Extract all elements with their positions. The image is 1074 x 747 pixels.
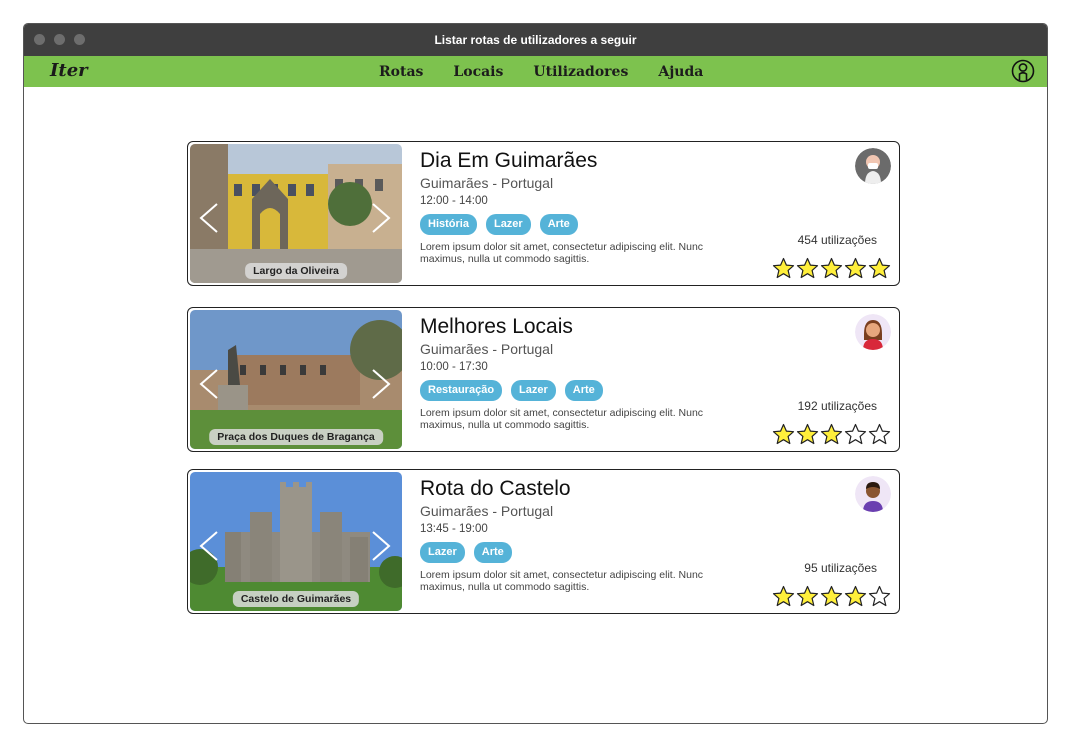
user-profile-icon[interactable]: [1011, 59, 1035, 83]
filled-star-icon[interactable]: [844, 257, 867, 280]
route-title[interactable]: Dia Em Guimarães: [420, 148, 740, 174]
usage-count: 192 utilizações: [797, 399, 877, 413]
carousel-next-arrow-icon[interactable]: [370, 368, 392, 400]
route-location: Guimarães - Portugal: [420, 175, 554, 191]
tag-lazer[interactable]: Lazer: [511, 380, 556, 401]
route-tags: Lazer Arte: [420, 542, 740, 563]
title-bar: Listar rotas de utilizadores a seguir: [24, 24, 1047, 56]
route-card[interactable]: Castelo de Guimarães Rota do Castelo Gui…: [187, 469, 900, 614]
tag-historia[interactable]: História: [420, 214, 477, 235]
window-title: Listar rotas de utilizadores a seguir: [434, 33, 637, 47]
filled-star-icon[interactable]: [772, 257, 795, 280]
rating-stars: [772, 257, 891, 280]
route-description: Lorem ipsum dolor sit amet, consectetur …: [420, 569, 704, 593]
usage-count: 454 utilizações: [797, 233, 877, 247]
route-title[interactable]: Melhores Locais: [420, 314, 740, 340]
woman-avatar-icon[interactable]: [855, 314, 891, 350]
route-card[interactable]: Praça dos Duques de Bragança Melhores Lo…: [187, 307, 900, 452]
nav-menu: Rotas Locais Utilizadores Ajuda: [379, 56, 703, 87]
route-card[interactable]: Largo da Oliveira Dia Em Guimarães Guima…: [187, 141, 900, 286]
route-time: 10:00 - 17:30: [420, 361, 488, 373]
browser-window: Listar rotas de utilizadores a seguir It…: [23, 23, 1048, 724]
nav-item-locais[interactable]: Locais: [453, 64, 503, 80]
filled-star-icon[interactable]: [820, 257, 843, 280]
minimize-window-dot[interactable]: [54, 34, 65, 45]
tag-lazer[interactable]: Lazer: [485, 214, 531, 235]
carousel-previous-arrow-icon[interactable]: [198, 202, 220, 234]
nav-item-rotas[interactable]: Rotas: [379, 64, 423, 80]
route-photo-carousel: Praça dos Duques de Bragança: [190, 310, 402, 449]
route-tags: História Lazer Arte: [420, 214, 740, 235]
empty-star-icon[interactable]: [868, 423, 891, 446]
route-info: Dia Em Guimarães Guimarães - Portugal 12…: [420, 142, 740, 265]
photo-caption: Praça dos Duques de Bragança: [209, 429, 383, 445]
close-window-dot[interactable]: [34, 34, 45, 45]
route-description: Lorem ipsum dolor sit amet, consectetur …: [420, 241, 704, 265]
filled-star-icon[interactable]: [820, 585, 843, 608]
carousel-previous-arrow-icon[interactable]: [198, 530, 220, 562]
filled-star-icon[interactable]: [772, 585, 795, 608]
route-info: Melhores Locais Guimarães - Portugal 10:…: [420, 308, 740, 431]
maximize-window-dot[interactable]: [74, 34, 85, 45]
carousel-next-arrow-icon[interactable]: [370, 530, 392, 562]
route-location: Guimarães - Portugal: [420, 503, 554, 519]
woman-with-mask-avatar-icon[interactable]: [855, 148, 891, 184]
photo-caption: Castelo de Guimarães: [232, 591, 360, 607]
route-title[interactable]: Rota do Castelo: [420, 476, 740, 502]
man-avatar-icon[interactable]: [855, 476, 891, 512]
route-location: Guimarães - Portugal: [420, 341, 554, 357]
filled-star-icon[interactable]: [796, 257, 819, 280]
route-info: Rota do Castelo Guimarães - Portugal 13:…: [420, 470, 740, 593]
tag-restauracao[interactable]: Restauração: [420, 380, 503, 401]
navbar: Iter Rotas Locais Utilizadores Ajuda: [24, 56, 1047, 87]
route-photo-carousel: Largo da Oliveira: [190, 144, 402, 283]
rating-stars: [772, 585, 891, 608]
carousel-previous-arrow-icon[interactable]: [198, 368, 220, 400]
route-description: Lorem ipsum dolor sit amet, consectetur …: [420, 407, 704, 431]
route-tags: Restauração Lazer Arte: [420, 380, 740, 401]
route-photo-carousel: Castelo de Guimarães: [190, 472, 402, 611]
empty-star-icon[interactable]: [844, 423, 867, 446]
logo[interactable]: Iter: [50, 60, 88, 81]
nav-item-ajuda[interactable]: Ajuda: [658, 64, 703, 80]
tag-lazer[interactable]: Lazer: [420, 542, 465, 563]
route-time: 12:00 - 14:00: [420, 195, 488, 207]
usage-count: 95 utilizações: [804, 561, 877, 575]
tag-arte[interactable]: Arte: [564, 380, 603, 401]
filled-star-icon[interactable]: [820, 423, 843, 446]
filled-star-icon[interactable]: [844, 585, 867, 608]
filled-star-icon[interactable]: [796, 423, 819, 446]
nav-item-utilizadores[interactable]: Utilizadores: [533, 64, 628, 80]
empty-star-icon[interactable]: [868, 585, 891, 608]
rating-stars: [772, 423, 891, 446]
photo-caption: Largo da Oliveira: [245, 263, 347, 279]
route-time: 13:45 - 19:00: [420, 523, 488, 535]
filled-star-icon[interactable]: [796, 585, 819, 608]
filled-star-icon[interactable]: [868, 257, 891, 280]
window-controls: [34, 34, 85, 45]
filled-star-icon[interactable]: [772, 423, 795, 446]
tag-arte[interactable]: Arte: [473, 542, 512, 563]
tag-arte[interactable]: Arte: [539, 214, 578, 235]
carousel-next-arrow-icon[interactable]: [370, 202, 392, 234]
